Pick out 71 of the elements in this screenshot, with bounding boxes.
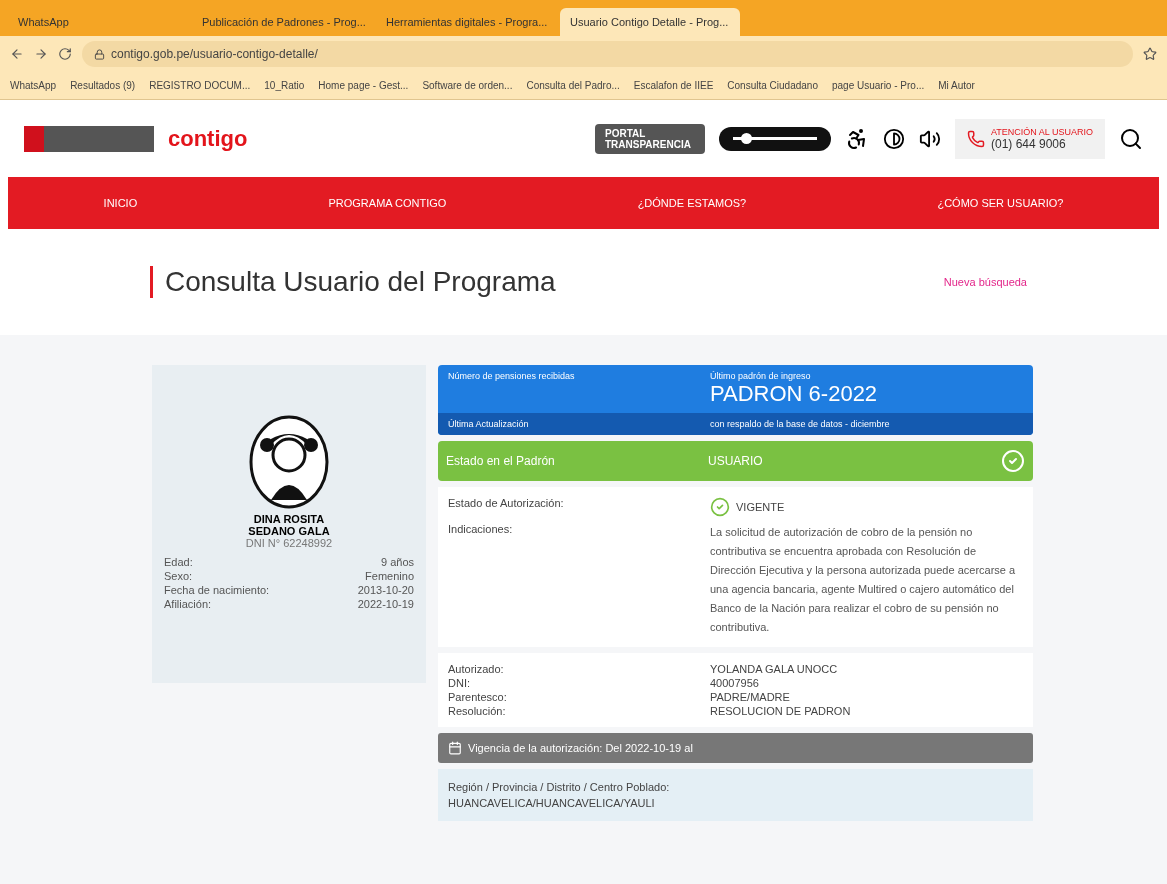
field-label: Edad: — [164, 555, 193, 569]
address-bar[interactable]: contigo.gob.pe/usuario-contigo-detalle/ — [82, 41, 1133, 67]
location-label: Región / Provincia / Distrito / Centro Poblado: — [448, 781, 671, 793]
padron-value: PADRON 6-2022 — [710, 381, 879, 407]
field-value: 9 años — [380, 555, 414, 569]
location-value: HUANCAVELICA/HUANCAVELICA/YAULI — [448, 797, 656, 809]
bookmark[interactable]: REGISTRO DOCUM... — [149, 80, 251, 91]
support-phone: (01) 644 9006 — [990, 136, 1067, 151]
star-icon[interactable] — [1143, 47, 1157, 61]
contigo-logo: contigo — [168, 125, 248, 152]
field-label: Autorizado: — [448, 663, 505, 675]
bookmark[interactable]: Escalafon de IIEE — [633, 80, 714, 91]
update-value: con respaldo de la base de datos - diciembre — [710, 419, 891, 429]
contrast-icon[interactable] — [882, 127, 905, 150]
field-label: Afiliación: — [164, 597, 212, 611]
notes-text: La solicitud de autorización de cobro de la pensión no contributiva se encuentra aprobada con Resolución de Dirección Ejecutiva y la persona autorizada puede acercarse a una agencia bancaria, agente Multired o cajero automático del Banco de la Nación para realizar el cobro de su pensión no contributiva. — [710, 525, 1017, 635]
bookmark[interactable]: 10_Ratio — [264, 80, 305, 91]
status-value: USUARIO — [708, 454, 764, 468]
update-label: Última Actualización — [448, 419, 530, 429]
page-title: Consulta Usuario del Programa — [150, 266, 556, 298]
bookmark[interactable]: WhatsApp — [10, 80, 57, 91]
bookmark[interactable]: Resultados (9) — [70, 80, 136, 91]
field-value: 2013-10-20 — [357, 583, 414, 597]
bookmark[interactable]: page Usuario - Pro... — [831, 80, 925, 91]
field-label: Resolución: — [448, 705, 507, 717]
field-value: Femenino — [365, 569, 414, 583]
status-label: Estado en el Padrón — [446, 454, 556, 468]
nav-link[interactable]: INICIO — [103, 197, 138, 209]
browser-tab[interactable]: WhatsApp — [8, 8, 188, 36]
field-label: DNI: — [448, 677, 471, 689]
lock-icon — [94, 48, 105, 60]
check-icon — [1001, 449, 1025, 473]
support-label: ATENCIÓN AL USUARIO — [990, 126, 1093, 137]
nav-link[interactable]: PROGRAMA CONTIGO — [328, 197, 447, 209]
pensions-label: Número de pensiones recibidas — [448, 371, 576, 383]
padron-label: Último padrón de ingreso — [710, 371, 812, 381]
phone-icon — [966, 129, 985, 148]
calendar-icon — [448, 741, 462, 755]
bookmark[interactable]: Software de orden... — [422, 80, 513, 91]
url-text: contigo.gob.pe/usuario-contigo-detalle/ — [111, 47, 318, 61]
authorization-value: VIGENTE — [736, 501, 785, 513]
bookmark[interactable]: Mi Autor — [938, 80, 975, 91]
field-label: Sexo: — [164, 569, 193, 583]
check-icon — [710, 497, 730, 517]
notes-label: Indicaciones: — [448, 523, 514, 537]
validity-text: Vigencia de la autorización: Del 2022-10-19 al — [468, 742, 693, 754]
authorization-label: Estado de Autorización: — [448, 497, 565, 511]
bookmark[interactable]: Consulta Ciudadano — [727, 80, 818, 91]
nav-link[interactable]: ¿DÓNDE ESTAMOS? — [637, 197, 747, 209]
new-search-link[interactable]: Nueva búsqueda — [943, 276, 1027, 288]
back-icon[interactable] — [10, 47, 24, 61]
browser-tab[interactable]: Herramientas digitales - Progra... — [376, 8, 556, 36]
bookmark[interactable]: Consulta del Padro... — [526, 80, 620, 91]
field-value: YOLANDA GALA UNOCC — [710, 663, 839, 675]
field-value: PADRE/MADRE — [710, 691, 791, 703]
browser-tab[interactable]: Usuario Contigo Detalle - Prog... — [560, 8, 740, 36]
browser-tab[interactable]: Publicación de Padrones - Prog... — [192, 8, 372, 36]
slider-thumb[interactable] — [740, 133, 752, 144]
field-value: 2022-10-19 — [357, 597, 414, 611]
portal-button[interactable]: PORTAL TRANSPARENCIA — [594, 123, 705, 154]
bookmark[interactable]: Home page - Gest... — [318, 80, 409, 91]
field-label: Parentesco: — [448, 691, 508, 703]
field-label: Fecha de nacimiento: — [164, 583, 270, 597]
field-value: RESOLUCION DE PADRON — [710, 705, 852, 717]
search-icon[interactable] — [1119, 126, 1143, 151]
user-dni: DNI N° 62248992 — [245, 537, 333, 549]
nav-link[interactable]: ¿CÓMO SER USUARIO? — [937, 197, 1064, 209]
reload-icon[interactable] — [58, 47, 72, 61]
user-name: DINA ROSITA SEDANO GALA — [247, 513, 331, 537]
forward-icon[interactable] — [34, 47, 48, 61]
field-value: 40007956 — [710, 677, 760, 689]
